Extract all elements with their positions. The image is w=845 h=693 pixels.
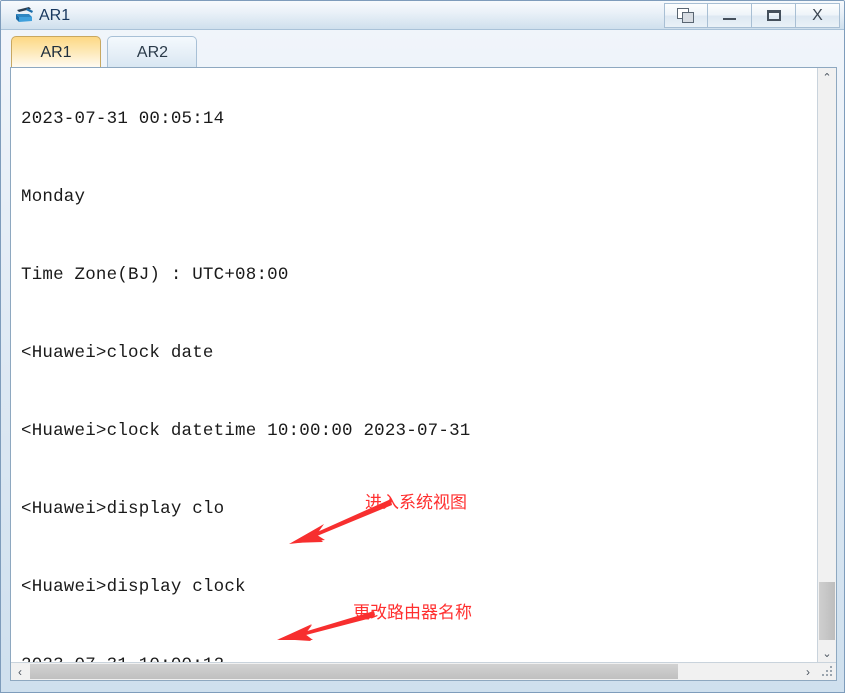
- terminal-line: <Huawei>clock date: [21, 343, 214, 363]
- close-icon: X: [812, 6, 823, 24]
- console-output-area[interactable]: 2023-07-31 00:05:14 Monday Time Zone(BJ)…: [11, 68, 817, 662]
- horizontal-scrollbar[interactable]: ‹ ›: [11, 662, 836, 680]
- terminal-line: 2023-07-31 10:00:12: [21, 652, 652, 662]
- tab-ar1[interactable]: AR1: [11, 36, 101, 70]
- horizontal-scroll-thumb[interactable]: [30, 664, 678, 679]
- resize-grip[interactable]: [822, 666, 834, 678]
- window-controls: X: [664, 3, 840, 28]
- terminal-line: <Huawei>display clock: [21, 577, 246, 597]
- minimize-icon: [723, 18, 736, 20]
- minimize-button[interactable]: [708, 3, 752, 28]
- tab-ar1-label: AR1: [40, 44, 72, 61]
- console-frame: 2023-07-31 00:05:14 Monday Time Zone(BJ)…: [10, 67, 837, 681]
- terminal-text: 2023-07-31 00:05:14 Monday Time Zone(BJ)…: [21, 68, 652, 662]
- scroll-down-icon[interactable]: ⌄: [818, 644, 836, 662]
- tab-strip: AR1 AR2: [1, 30, 844, 70]
- terminal-line: Monday: [21, 187, 86, 207]
- terminal-line: Time Zone(BJ) : UTC+08:00: [21, 265, 289, 285]
- tab-ar2-label: AR2: [136, 44, 169, 61]
- maximize-button[interactable]: [752, 3, 796, 28]
- vertical-scroll-thumb[interactable]: [819, 582, 835, 640]
- vertical-scrollbar[interactable]: ⌃ ⌄: [817, 68, 836, 662]
- scroll-right-icon[interactable]: ›: [799, 663, 817, 680]
- scroll-left-icon[interactable]: ‹: [11, 663, 29, 680]
- window-title: AR1: [39, 7, 71, 24]
- router-icon: [13, 5, 35, 26]
- maximize-icon: [766, 10, 781, 21]
- terminal-line: <Huawei>clock datetime 10:00:00 2023-07-…: [21, 421, 471, 441]
- cascade-icon: [677, 8, 695, 23]
- terminal-line: <Huawei>display clo: [21, 499, 225, 519]
- scroll-up-icon[interactable]: ⌃: [818, 68, 836, 86]
- close-button[interactable]: X: [796, 3, 840, 28]
- title-bar: AR1 X: [1, 1, 844, 30]
- tab-ar2[interactable]: AR2: [107, 36, 198, 70]
- ar1-console-window: AR1 X AR1 AR2 2023-07-31 00:05:14 Monday…: [0, 0, 845, 693]
- cascade-windows-button[interactable]: [664, 3, 708, 28]
- terminal-line: 2023-07-31 00:05:14: [21, 109, 225, 129]
